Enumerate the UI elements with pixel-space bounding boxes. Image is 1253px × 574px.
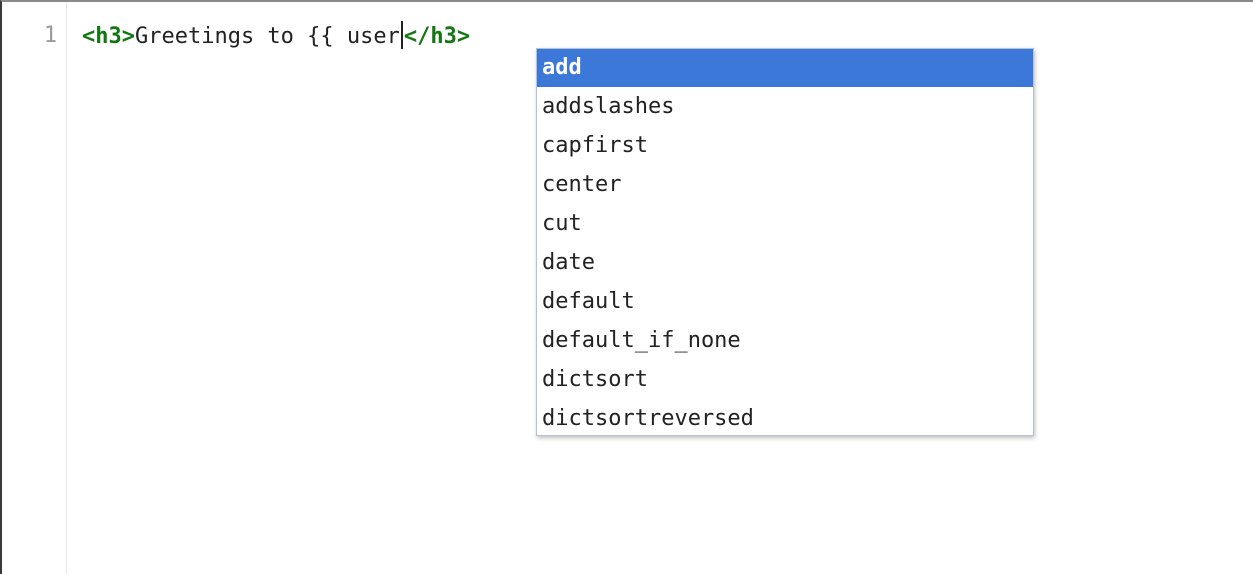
autocomplete-item-selected[interactable]: add <box>537 49 1033 87</box>
close-h3-tag: </h3> <box>403 24 471 49</box>
code-editor[interactable]: 1 <h3>Greetings to {{ user </h3> add adds… <box>0 0 1253 574</box>
line-number: 1 <box>43 23 57 48</box>
code-line[interactable]: <h3>Greetings to {{ user </h3> <box>82 21 470 52</box>
autocomplete-item[interactable]: date <box>537 243 1033 282</box>
autocomplete-item[interactable]: dictsort <box>537 360 1033 399</box>
autocomplete-item[interactable]: capfirst <box>537 126 1033 165</box>
autocomplete-item[interactable]: cut <box>537 204 1033 243</box>
autocomplete-item[interactable]: center <box>537 165 1033 204</box>
line-number-gutter: 1 <box>2 2 67 574</box>
text-cursor <box>400 21 403 49</box>
autocomplete-popup[interactable]: add addslashes capfirst center cut date … <box>536 48 1034 436</box>
open-h3-tag: <h3> <box>82 24 135 49</box>
autocomplete-item[interactable]: dictsortreversed <box>537 399 1033 435</box>
autocomplete-item[interactable]: default_if_none <box>537 321 1033 360</box>
code-text: Greetings to {{ user <box>134 24 400 49</box>
autocomplete-item[interactable]: default <box>537 282 1033 321</box>
autocomplete-item[interactable]: addslashes <box>537 87 1033 126</box>
